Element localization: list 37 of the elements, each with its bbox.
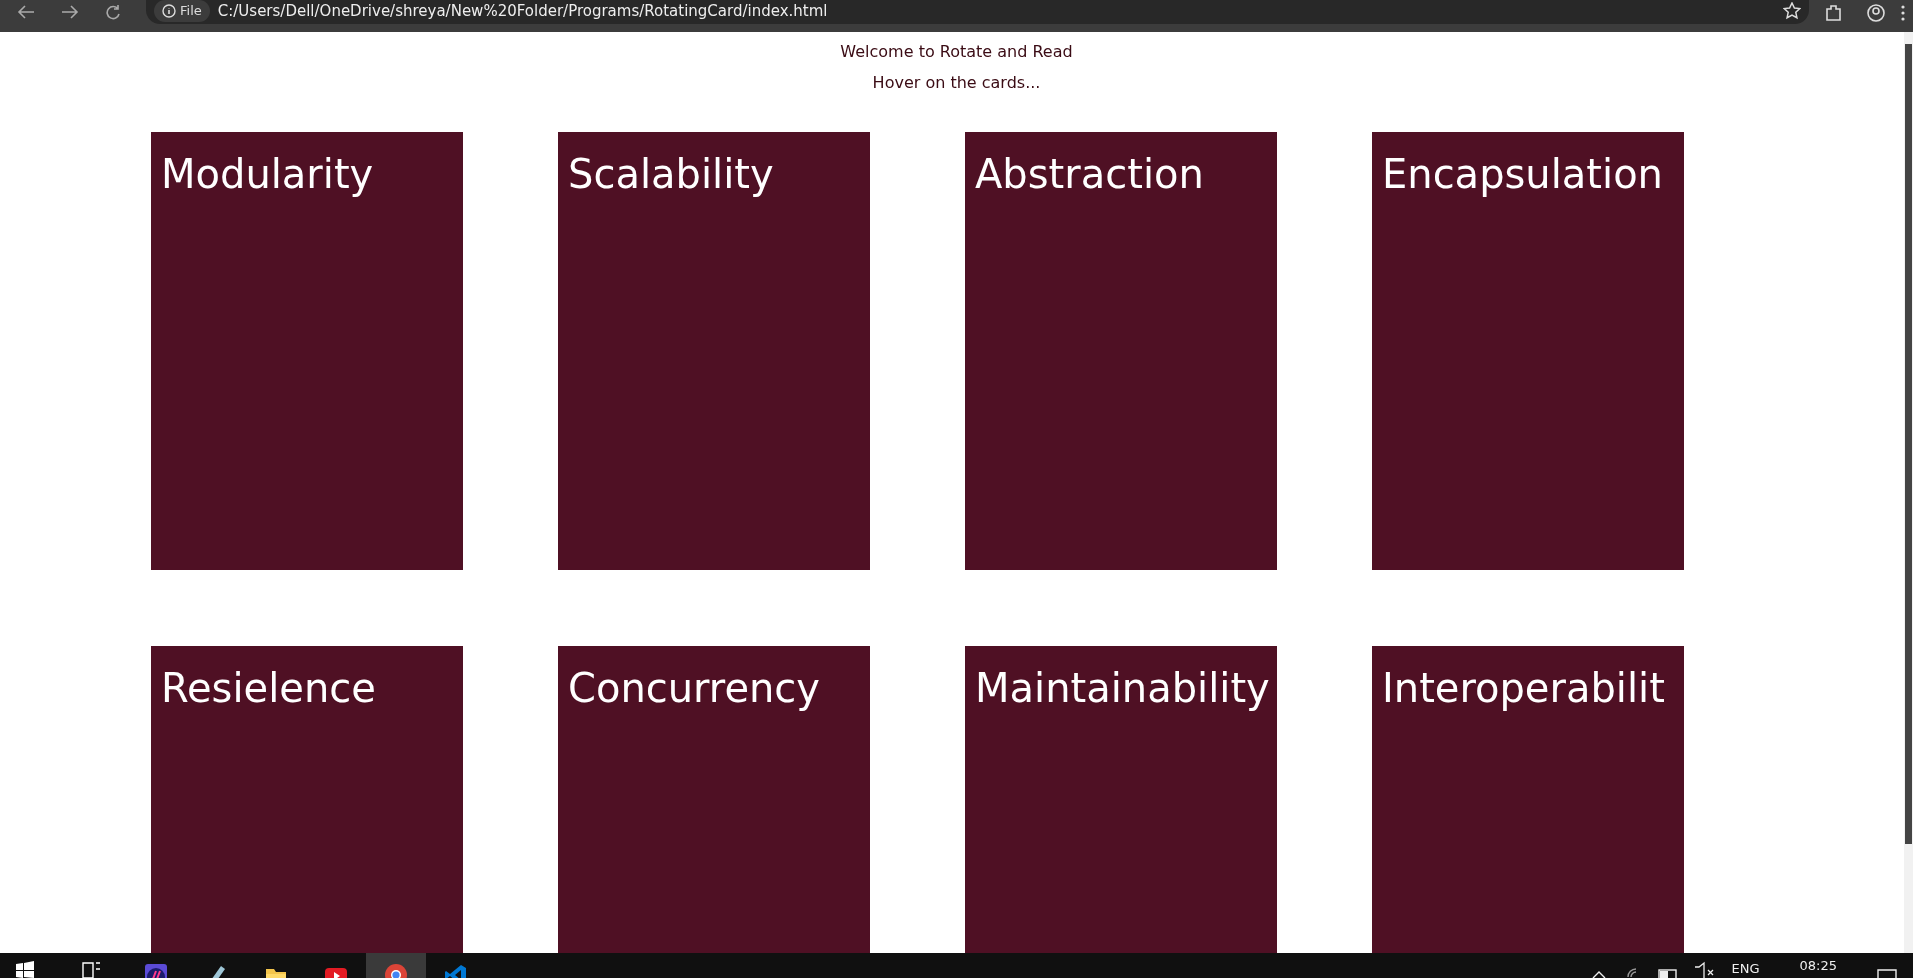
topic-card[interactable]: Scalability [558,132,870,570]
card-title: Modularity [161,150,374,198]
battery-icon[interactable] [1657,969,1678,978]
file-label: File [180,2,202,21]
back-icon[interactable] [16,4,36,20]
menu-icon[interactable] [1901,4,1905,22]
taskbar-app[interactable] [366,953,426,978]
url-text: C:/Users/Dell/OneDrive/shreya/New%20Folder/Programs/RotatingCard/index.html [217,0,829,22]
mute-icon[interactable] [1693,961,1716,978]
topic-card[interactable]: Modularity [151,132,463,570]
topic-card[interactable]: Resielence [151,646,463,953]
card-title: Maintainability [975,664,1270,712]
star-icon[interactable] [1783,2,1801,20]
start-icon[interactable] [16,961,34,978]
scrollbar-thumb[interactable] [1905,44,1912,844]
info-icon [162,4,176,18]
card-title: Abstraction [975,150,1204,198]
intro-text: Welcome to Rotate and Read [840,41,1073,63]
topic-card[interactable]: Concurrency [558,646,870,953]
clock-text[interactable]: 08:25 [1799,956,1837,976]
language-indicator[interactable]: ENG [1731,959,1760,978]
card-title: Concurrency [568,664,821,712]
card-title: Scalability [568,150,774,198]
card-title: Interoperabilit [1382,664,1665,712]
chevron-up-icon[interactable] [1591,969,1606,978]
forward-icon[interactable] [60,4,80,20]
task-view-icon[interactable] [82,961,102,978]
topic-card[interactable]: Maintainability [965,646,1277,953]
intro-text: Hover on the cards... [872,72,1041,94]
topic-card[interactable]: Abstraction [965,132,1277,570]
topic-card[interactable]: Interoperabilit [1372,646,1684,953]
card-title: Resielence [161,664,376,712]
card-title: Encapsulation [1382,150,1663,198]
profile-icon[interactable] [1867,4,1885,22]
topic-card[interactable]: Encapsulation [1372,132,1684,570]
address-bar[interactable]: File C:/Users/Dell/OneDrive/shreya/New%20Folder/Programs/RotatingCard/index.html [146,0,1809,24]
reload-icon[interactable] [104,4,122,20]
